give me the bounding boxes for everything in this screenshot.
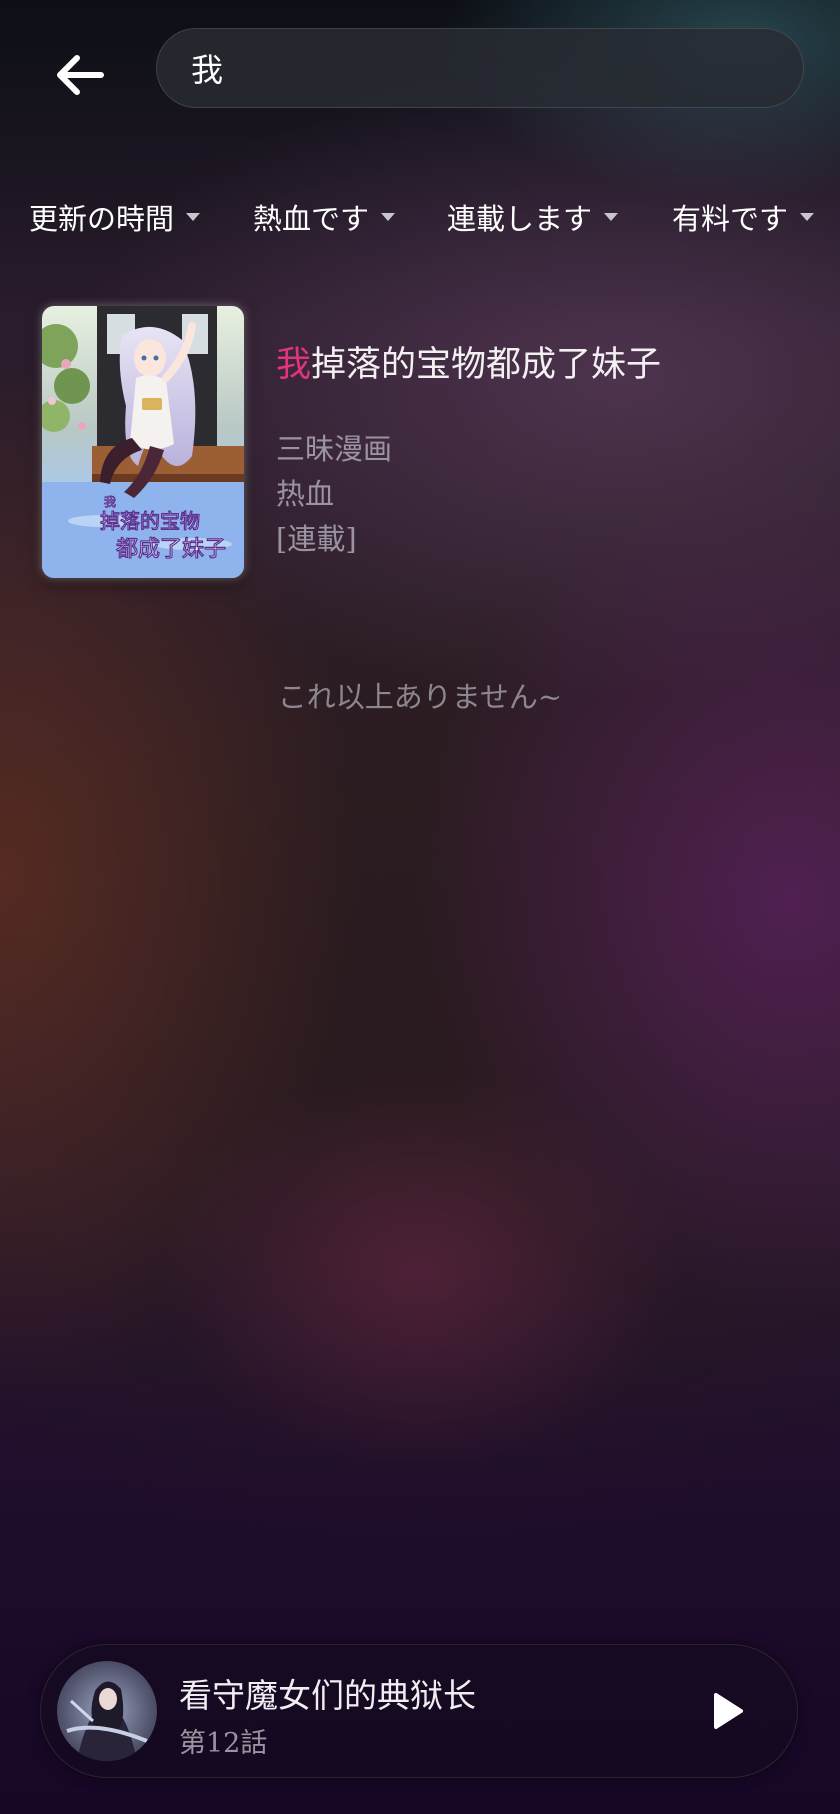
mini-player[interactable]: 看守魔女们的典狱长 第12話: [40, 1644, 798, 1778]
filter-genre[interactable]: 熱血です: [253, 196, 396, 238]
svg-text:我: 我: [104, 495, 116, 509]
play-icon: [714, 1693, 743, 1729]
caret-down-icon: [186, 213, 201, 221]
result-status: [連載]: [276, 522, 357, 556]
filter-bar: 更新の時間 熱血です 連載します 有料です: [0, 196, 840, 244]
player-title: 看守魔女们的典狱长: [179, 1676, 476, 1715]
filter-update-time[interactable]: 更新の時間: [29, 196, 201, 238]
caret-down-icon: [604, 213, 619, 221]
result-title[interactable]: 我掉落的宝物都成了妹子: [276, 336, 661, 387]
arrow-left-icon: [57, 55, 104, 95]
play-button[interactable]: [701, 1685, 753, 1737]
search-input[interactable]: [189, 48, 753, 88]
svg-text:掉落的宝物: 掉落的宝物: [100, 509, 200, 533]
filter-label: 連載します: [447, 202, 593, 236]
result-title-highlight: 我: [276, 345, 312, 385]
search-bar[interactable]: [156, 28, 804, 108]
filter-status[interactable]: 連載します: [447, 196, 619, 238]
result-item[interactable]: 掉落的宝物 都成了妹子 我 我掉落的宝物都成了妹子 三昧漫画 热血 [連載]: [42, 306, 802, 581]
caret-down-icon: [381, 213, 396, 221]
comic-cover-image[interactable]: 掉落的宝物 都成了妹子 我: [42, 306, 244, 578]
caret-down-icon: [800, 213, 815, 221]
filter-label: 有料です: [672, 202, 789, 236]
filter-label: 更新の時間: [29, 202, 175, 236]
player-episode: 第12話: [179, 1728, 268, 1759]
back-button[interactable]: [44, 40, 114, 110]
result-author: 三昧漫画: [276, 432, 393, 466]
end-of-list-text: これ以上ありません~: [277, 680, 563, 714]
filter-price[interactable]: 有料です: [672, 196, 815, 238]
filter-label: 熱血です: [253, 202, 370, 236]
result-title-rest: 掉落的宝物都成了妹子: [311, 345, 662, 385]
svg-text:都成了妹子: 都成了妹子: [116, 537, 226, 562]
result-genre: 热血: [276, 477, 335, 511]
player-cover-avatar[interactable]: [57, 1661, 157, 1761]
